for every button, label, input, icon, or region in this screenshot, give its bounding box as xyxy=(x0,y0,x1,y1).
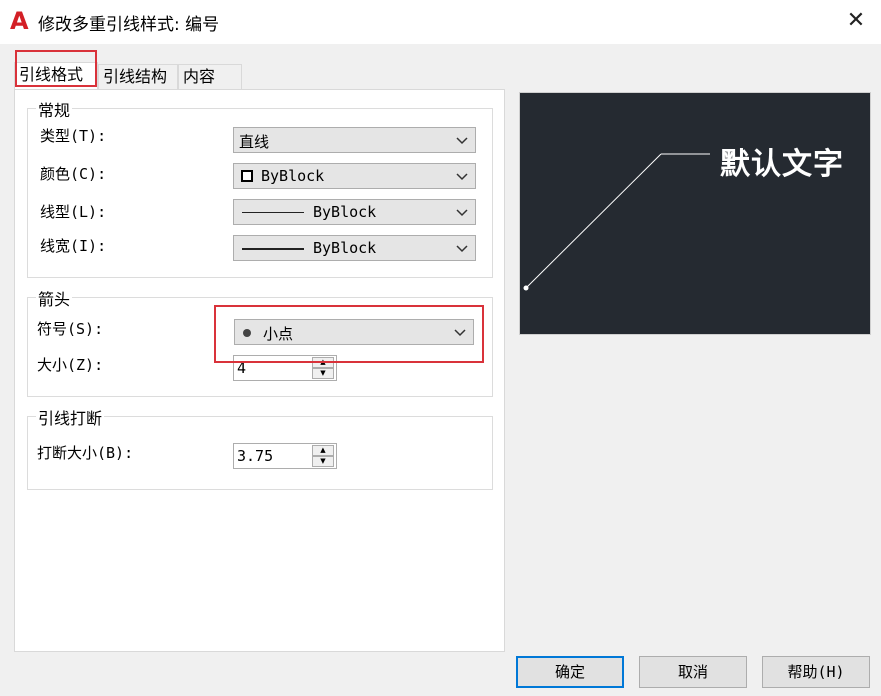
ok-button[interactable]: 确定 xyxy=(516,656,624,688)
break-size-label: 打断大小(B): xyxy=(37,444,134,462)
close-icon[interactable]: ✕ xyxy=(841,6,871,36)
type-select-value: 直线 xyxy=(239,133,270,151)
lineweight-select-value: ByBlock xyxy=(313,239,377,257)
tab-leader-format[interactable]: 引线格式 xyxy=(14,62,98,90)
tab-content[interactable]: 内容 xyxy=(178,64,242,90)
increment-up-icon[interactable]: ▲ xyxy=(312,357,334,368)
chevron-down-icon xyxy=(455,166,469,186)
break-size-value: 3.75 xyxy=(237,447,274,465)
break-size-stepper[interactable]: 3.75 ▲ ▼ xyxy=(233,443,337,469)
cancel-button[interactable]: 取消 xyxy=(639,656,747,688)
tab-leader-structure[interactable]: 引线结构 xyxy=(98,64,178,90)
general-group-title: 常规 xyxy=(36,97,73,121)
leader-break-group-title: 引线打断 xyxy=(36,405,105,429)
leader-format-panel: 常规 类型(T): 直线 颜色(C): ByBlock 线型(L): ByBlo… xyxy=(14,89,505,652)
chevron-down-icon xyxy=(455,202,469,222)
color-select[interactable]: ByBlock xyxy=(233,163,476,189)
symbol-label: 符号(S): xyxy=(37,320,104,338)
decrement-down-icon[interactable]: ▼ xyxy=(312,368,334,379)
increment-up-icon[interactable]: ▲ xyxy=(312,445,334,456)
linetype-select-value: ByBlock xyxy=(313,203,377,221)
title-bar: A 修改多重引线样式: 编号 ✕ xyxy=(0,0,881,44)
general-group: 常规 类型(T): 直线 颜色(C): ByBlock 线型(L): ByBlo… xyxy=(27,97,493,278)
leader-preview-graphic xyxy=(523,153,710,291)
color-swatch xyxy=(241,170,253,182)
linetype-swatch xyxy=(242,212,304,213)
size-value: 4 xyxy=(237,359,247,377)
size-stepper[interactable]: 4 ▲ ▼ xyxy=(233,355,337,381)
symbol-select-value: 小点 xyxy=(263,325,294,343)
arrowhead-group: 箭头 符号(S): 小点 大小(Z): 4 ▲ ▼ xyxy=(27,286,493,397)
decrement-down-icon[interactable]: ▼ xyxy=(312,456,334,467)
color-label: 颜色(C): xyxy=(40,165,107,183)
help-button[interactable]: 帮助(H) xyxy=(762,656,870,688)
autocad-icon: A xyxy=(10,7,29,35)
preview-default-text: 默认文字 xyxy=(720,147,844,182)
chevron-down-icon xyxy=(455,130,469,150)
lineweight-swatch xyxy=(242,248,304,250)
chevron-down-icon xyxy=(455,238,469,258)
window-title: 修改多重引线样式: 编号 xyxy=(38,15,220,35)
type-select[interactable]: 直线 xyxy=(233,127,476,153)
leader-break-group: 引线打断 打断大小(B): 3.75 ▲ ▼ xyxy=(27,405,493,490)
size-label: 大小(Z): xyxy=(37,356,104,374)
arrowhead-group-title: 箭头 xyxy=(36,286,73,310)
small-dot-icon xyxy=(243,329,251,337)
chevron-down-icon xyxy=(453,322,467,342)
linetype-label: 线型(L): xyxy=(40,203,107,221)
lineweight-select[interactable]: ByBlock xyxy=(233,235,476,261)
linetype-select[interactable]: ByBlock xyxy=(233,199,476,225)
symbol-select[interactable]: 小点 xyxy=(234,319,474,345)
lineweight-label: 线宽(I): xyxy=(40,237,107,255)
type-label: 类型(T): xyxy=(40,127,107,145)
preview-pane: 默认文字 xyxy=(519,92,871,335)
color-select-value: ByBlock xyxy=(261,167,325,185)
